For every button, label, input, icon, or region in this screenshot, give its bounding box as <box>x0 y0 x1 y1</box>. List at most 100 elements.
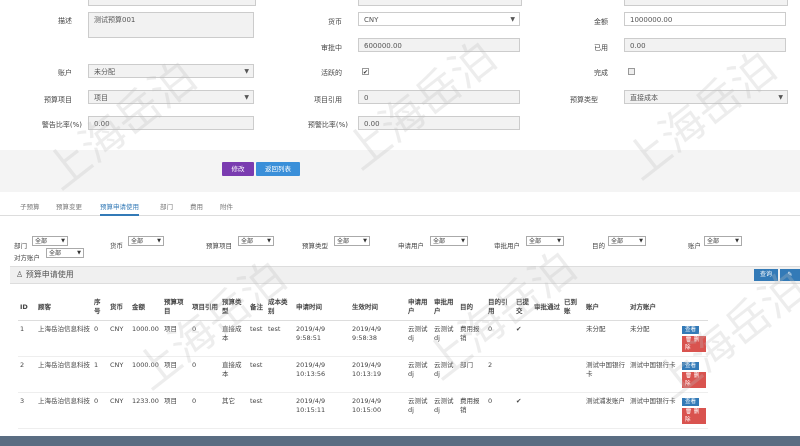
cell-account: 测试浦发账户 <box>584 392 628 429</box>
cell-id: 1 <box>18 320 36 357</box>
tab-sub-budget[interactable]: 子预算 <box>20 201 40 211</box>
chevron-down-icon: ▼ <box>244 94 249 101</box>
cell-amount: 1000.00 <box>130 320 162 357</box>
cell-apply-time: 2019/4/9 10:15:11 <box>294 392 350 429</box>
col-seq: 序号 <box>92 294 108 321</box>
cell-arrived <box>562 320 584 357</box>
warn-ratio-label: 警告比率(%) <box>41 121 82 129</box>
active-label: 活跃的 <box>321 69 342 77</box>
item-value: 项目 <box>94 94 108 102</box>
alert-ratio-field[interactable]: 0.00 <box>358 116 520 130</box>
col-approved: 审批通过 <box>532 294 562 321</box>
col-item: 预算项目 <box>162 294 190 321</box>
view-button[interactable]: 查看 <box>682 362 700 370</box>
tab-department[interactable]: 部门 <box>160 201 173 211</box>
tab-budget-request[interactable]: 预算申请使用 <box>100 201 139 216</box>
cell-item: 项目 <box>162 392 190 429</box>
cell-applicant: 云测试dj <box>406 392 432 429</box>
currency-select[interactable]: CNY ▼ <box>358 12 520 26</box>
desc-field[interactable]: 测试预算001 <box>88 12 254 38</box>
cell-item-ref: 0 <box>190 356 220 393</box>
chevron-down-icon: ▼ <box>778 94 783 101</box>
filter-label-item: 预算项目 <box>206 242 232 250</box>
edit-button[interactable]: 修改 <box>222 162 254 176</box>
filter-type-select[interactable]: 全部 ▼ <box>334 236 370 246</box>
cell-type: 其它 <box>220 392 248 429</box>
filter-applicant-select[interactable]: 全部 ▼ <box>430 236 468 246</box>
account-value: 未分配 <box>94 68 115 76</box>
item-label: 预算项目 <box>44 96 72 104</box>
cell-approved <box>532 320 562 357</box>
filter-label-dept: 部门 <box>14 242 27 250</box>
view-button[interactable]: 查看 <box>682 398 700 406</box>
done-checkbox[interactable] <box>628 68 635 75</box>
col-id: ID <box>18 294 36 321</box>
filter-label-purpose: 目的 <box>592 242 605 250</box>
cell-approved <box>532 392 562 429</box>
chevron-down-icon: ▼ <box>461 238 465 244</box>
filter-label-account: 账户 <box>688 242 701 250</box>
trash-icon: 🗑 <box>685 409 692 415</box>
table-header-row: ID 顾客 序号 货币 金额 预算项目 项目引用 预算类型 备注 成本类别 申请… <box>18 294 708 321</box>
tab-budget-change[interactable]: 预算变更 <box>56 201 82 211</box>
type-select[interactable]: 直接成本 ▼ <box>624 90 788 104</box>
item-ref-field[interactable]: 0 <box>358 90 520 104</box>
amount-field[interactable]: 1000000.00 <box>624 12 786 26</box>
filter-account-select[interactable]: 全部 ▼ <box>704 236 742 246</box>
cell-approver: 云测试dj <box>432 356 458 393</box>
cell-seq: 1 <box>92 356 108 393</box>
desc-label: 描述 <box>58 17 72 25</box>
delete-button[interactable]: 🗑 删除 <box>682 336 706 352</box>
chevron-down-icon: ▼ <box>735 238 739 244</box>
col-actions <box>680 294 708 321</box>
currency-label: 货币 <box>328 18 342 26</box>
delete-button[interactable]: 🗑 删除 <box>682 372 706 388</box>
cell-item-ref: 0 <box>190 392 220 429</box>
col-account: 账户 <box>584 294 628 321</box>
col-arrived: 已到账 <box>562 294 584 321</box>
cell-applicant: 云测试dj <box>406 320 432 357</box>
tab-attachment[interactable]: 附件 <box>220 201 233 211</box>
type-label: 预算类型 <box>570 96 598 104</box>
section-title: ♙ 预算申请使用 <box>16 269 74 280</box>
filter-dept-select[interactable]: 全部 ▼ <box>32 236 68 246</box>
tab-expense[interactable]: 费用 <box>190 201 203 211</box>
cell-actions: 查看 🗑 删除 <box>680 320 708 357</box>
cell-counter-account: 未分配 <box>628 320 680 357</box>
filter-purpose-select[interactable]: 全部 ▼ <box>608 236 646 246</box>
col-currency: 货币 <box>108 294 130 321</box>
filter-approver-select[interactable]: 全部 ▼ <box>526 236 564 246</box>
account-label: 账户 <box>58 69 72 77</box>
chevron-down-icon: ▼ <box>557 238 561 244</box>
query-button[interactable]: 查询 <box>754 269 778 281</box>
back-to-list-button[interactable]: 返回列表 <box>256 162 300 176</box>
item-select[interactable]: 项目 ▼ <box>88 90 254 104</box>
pencil-icon[interactable]: ✎ <box>780 269 800 281</box>
delete-button[interactable]: 🗑 删除 <box>682 408 706 424</box>
filter-counter-account-select[interactable]: 全部 ▼ <box>46 248 84 258</box>
cell-customer: 上海岳泊信息科技 <box>36 356 92 393</box>
warn-ratio-field[interactable]: 0.00 <box>88 116 254 130</box>
table-row: 3 上海岳泊信息科技 0 CNY 1233.00 项目 0 其它 test 20… <box>18 392 708 429</box>
col-counter-account: 对方账户 <box>628 294 680 321</box>
cell-id: 2 <box>18 356 36 393</box>
cell-arrived <box>562 356 584 393</box>
filter-item-select[interactable]: 全部 ▼ <box>238 236 274 246</box>
filter-currency-select[interactable]: 全部 ▼ <box>128 236 164 246</box>
cell-cost-category <box>266 392 294 429</box>
approving-label: 审批中 <box>321 44 342 52</box>
col-apply-time: 申请时间 <box>294 294 350 321</box>
detail-tabs: 子预算 预算变更 预算申请使用 部门 费用 附件 <box>0 195 800 216</box>
chevron-down-icon: ▼ <box>244 68 249 75</box>
done-label: 完成 <box>594 69 608 77</box>
filter-label-applicant: 申请用户 <box>398 242 424 250</box>
col-effective-time: 生效时间 <box>350 294 406 321</box>
active-checkbox[interactable]: ✔ <box>362 68 369 76</box>
view-button[interactable]: 查看 <box>682 326 700 334</box>
cell-currency: CNY <box>108 392 130 429</box>
account-select[interactable]: 未分配 ▼ <box>88 64 254 78</box>
budget-request-table: ID 顾客 序号 货币 金额 预算项目 项目引用 预算类型 备注 成本类别 申请… <box>18 294 708 429</box>
cell-remark: test <box>248 356 266 393</box>
trash-icon: 🗑 <box>685 337 692 343</box>
filter-label-approver: 审批用户 <box>494 242 520 250</box>
